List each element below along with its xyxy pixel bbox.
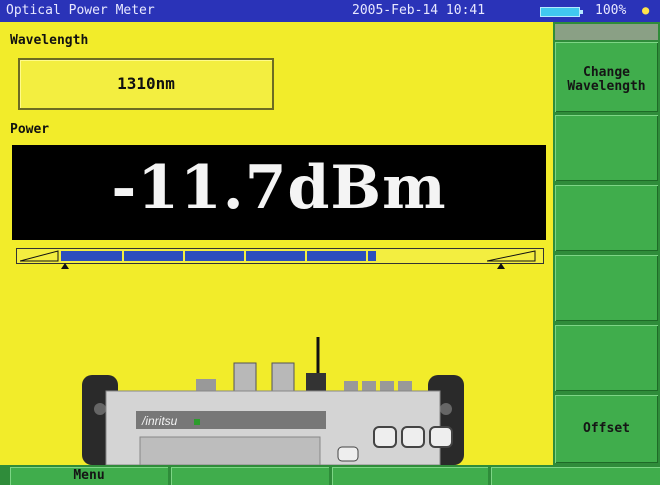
menu-button[interactable]: Menu <box>10 467 168 485</box>
app-title: Optical Power Meter <box>6 3 155 18</box>
softkey-5[interactable] <box>555 325 658 391</box>
power-level-bar <box>16 248 544 264</box>
bulb-icon: ● <box>642 3 650 17</box>
bar-divider <box>122 250 124 262</box>
datetime: 2005-Feb-14 10:41 <box>352 3 486 18</box>
bottom-key-4[interactable] <box>491 467 660 485</box>
instrument-image: /inritsu <box>82 337 464 465</box>
brand-logo: /inritsu <box>141 414 178 428</box>
power-label: Power <box>10 122 50 137</box>
bar-divider <box>366 250 368 262</box>
power-display: -11.7dBm <box>12 145 546 240</box>
wavelength-display: 1310nm <box>18 58 274 110</box>
softkey-2[interactable] <box>555 115 658 181</box>
power-level-fill <box>61 251 376 261</box>
battery-icon <box>540 7 583 17</box>
wavelength-value: 1310nm <box>117 74 175 93</box>
bottom-key-2[interactable] <box>171 467 329 485</box>
bar-divider <box>183 250 185 262</box>
power-value: -11.7dBm <box>111 153 447 223</box>
wavelength-label: Wavelength <box>10 33 89 48</box>
bar-divider <box>305 250 307 262</box>
softkey-header <box>555 24 658 40</box>
softkey-panel: Change Wavelength Offset <box>553 22 660 465</box>
bottom-key-3[interactable] <box>332 467 488 485</box>
battery-percent: 100% <box>595 3 627 18</box>
min-marker-icon <box>61 263 69 269</box>
bottom-softkey-bar: Menu <box>0 465 660 485</box>
low-ramp-icon <box>20 250 59 262</box>
change-wavelength-button[interactable]: Change Wavelength <box>555 42 658 112</box>
high-ramp-icon <box>487 250 536 262</box>
title-bar: Optical Power Meter 2005-Feb-14 10:41 10… <box>0 0 660 22</box>
max-marker-icon <box>497 263 505 269</box>
softkey-4[interactable] <box>555 255 658 321</box>
offset-button[interactable]: Offset <box>555 395 658 463</box>
bar-divider <box>244 250 246 262</box>
softkey-3[interactable] <box>555 185 658 251</box>
